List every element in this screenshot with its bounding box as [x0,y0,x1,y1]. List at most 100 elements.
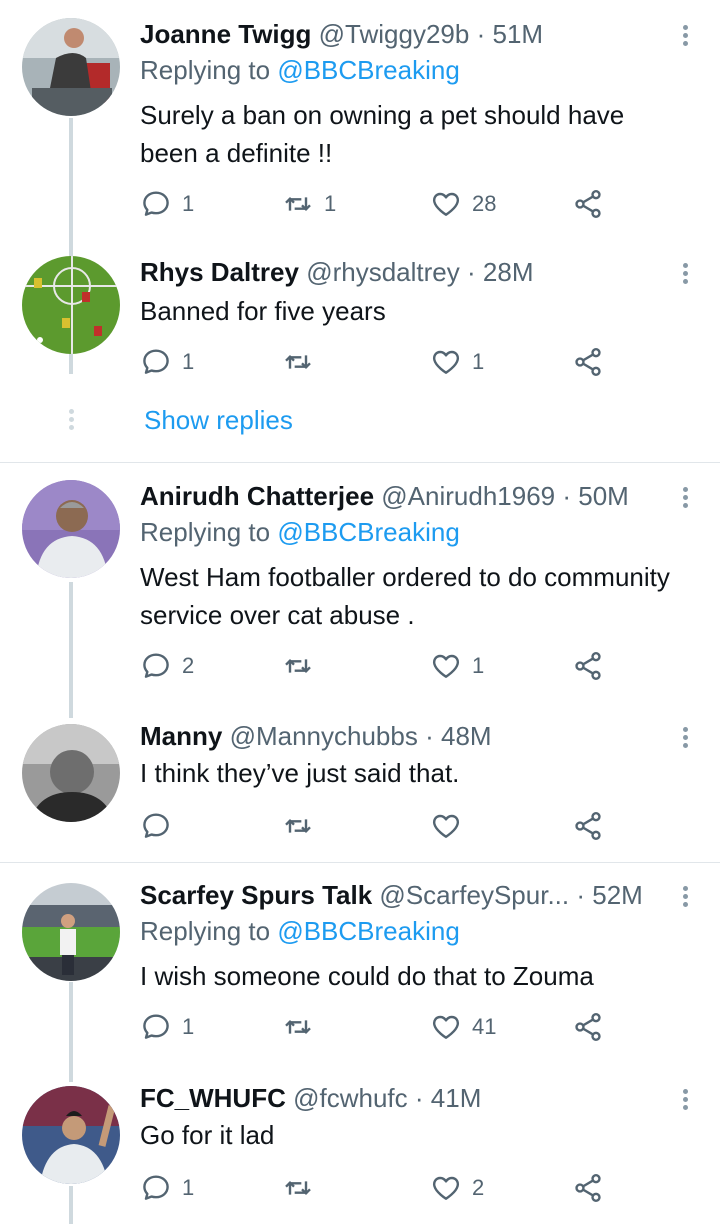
like-button[interactable] [430,806,472,846]
avatar[interactable] [22,480,120,578]
like-button[interactable]: 28 [430,184,496,224]
heart-icon [430,1172,462,1204]
user-handle[interactable]: @Anirudh1969 [381,481,555,511]
share-button[interactable] [572,342,604,382]
retweet-button[interactable] [282,1168,324,1208]
timestamp[interactable]: 41M [431,1083,482,1113]
tweet-actions: 2 1 [140,646,620,686]
more-options-icon[interactable] [680,22,690,50]
replying-mention[interactable]: @BBCBreaking [277,517,459,547]
tweet-header: Rhys Daltrey @rhysdaltrey · 28M [140,256,660,288]
reply-icon [140,650,172,682]
avatar[interactable] [22,724,120,822]
avatar[interactable] [22,883,120,981]
tweet-actions: 1 1 [140,342,620,382]
separator-dot: · [562,481,572,511]
more-options-icon[interactable] [680,260,690,288]
retweet-button[interactable] [282,646,324,686]
retweet-icon [282,1172,314,1204]
user-handle[interactable]: @ScarfeySpur... [379,880,569,910]
timestamp[interactable]: 48M [441,721,492,751]
share-icon [572,1011,604,1043]
reply-button[interactable]: 2 [140,646,194,686]
tweet-actions: 1 1 28 [140,184,620,224]
retweet-icon [282,346,314,378]
display-name[interactable]: Joanne Twigg [140,19,311,49]
timestamp[interactable]: 50M [578,481,629,511]
display-name[interactable]: Rhys Daltrey [140,257,299,287]
like-button[interactable]: 41 [430,1007,496,1047]
reply-button[interactable]: 1 [140,342,194,382]
retweet-icon [282,810,314,842]
more-options-icon[interactable] [680,883,690,911]
share-button[interactable] [572,646,604,686]
heart-icon [430,1011,462,1043]
retweet-button[interactable] [282,342,324,382]
user-handle[interactable]: @Twiggy29b [319,19,470,49]
replying-mention[interactable]: @BBCBreaking [277,916,459,946]
thread-more-dots [67,406,75,433]
reply-button[interactable]: 1 [140,184,194,224]
reply-icon [140,188,172,220]
avatar[interactable] [22,1086,120,1184]
avatar[interactable] [22,256,120,354]
show-replies-link[interactable]: Show replies [144,405,293,436]
like-button[interactable]: 1 [430,342,484,382]
tweet-text: Banned for five years [140,296,386,326]
reply-icon [140,1011,172,1043]
heart-icon [430,650,462,682]
retweet-button[interactable] [282,806,324,846]
divider [0,862,720,863]
thread-line [69,582,73,718]
reply-button[interactable]: 1 [140,1007,194,1047]
tweet-actions [140,806,620,846]
timestamp[interactable]: 51M [493,19,544,49]
display-name[interactable]: FC_WHUFC [140,1083,286,1113]
display-name[interactable]: Anirudh Chatterjee [140,481,374,511]
reply-count: 1 [182,1175,195,1200]
tweet-text: West Ham footballer ordered to do commun… [140,562,670,630]
share-icon [572,346,604,378]
share-button[interactable] [572,1168,604,1208]
retweet-button[interactable] [282,1007,324,1047]
like-count: 2 [472,1175,485,1200]
thread-line [69,1186,73,1224]
separator-dot: · [425,721,434,751]
like-count: 41 [472,1014,497,1039]
replying-mention[interactable]: @BBCBreaking [277,55,459,85]
share-button[interactable] [572,806,604,846]
replying-to: Replying to @BBCBreaking [140,516,460,548]
reply-count: 1 [182,1014,195,1039]
user-handle[interactable]: @fcwhufc [293,1083,408,1113]
tweet-actions: 1 2 [140,1168,620,1208]
avatar[interactable] [22,18,120,116]
share-button[interactable] [572,184,604,224]
reply-count: 1 [182,349,195,374]
more-options-icon[interactable] [680,724,690,752]
share-button[interactable] [572,1007,604,1047]
retweet-icon [282,650,314,682]
more-options-icon[interactable] [680,1086,690,1114]
reply-count: 1 [182,191,195,216]
heart-icon [430,810,462,842]
replying-prefix: Replying to [140,517,271,547]
reply-button[interactable] [140,806,182,846]
display-name[interactable]: Manny [140,721,222,751]
user-handle[interactable]: @rhysdaltrey [306,257,460,287]
thread-line [69,982,73,1082]
timestamp[interactable]: 52M [592,880,643,910]
like-button[interactable]: 2 [430,1168,484,1208]
timestamp[interactable]: 28M [483,257,534,287]
like-button[interactable]: 1 [430,646,484,686]
tweet-actions: 1 41 [140,1007,620,1047]
user-handle[interactable]: @Mannychubbs [230,721,418,751]
retweet-button[interactable]: 1 [282,184,336,224]
reply-button[interactable]: 1 [140,1168,194,1208]
reply-icon [140,810,172,842]
retweet-count: 1 [324,191,337,216]
like-count: 1 [472,349,485,374]
more-options-icon[interactable] [680,484,690,512]
tweet-header: Scarfey Spurs Talk @ScarfeySpur... · 52M [140,879,660,911]
replying-prefix: Replying to [140,916,271,946]
display-name[interactable]: Scarfey Spurs Talk [140,880,372,910]
